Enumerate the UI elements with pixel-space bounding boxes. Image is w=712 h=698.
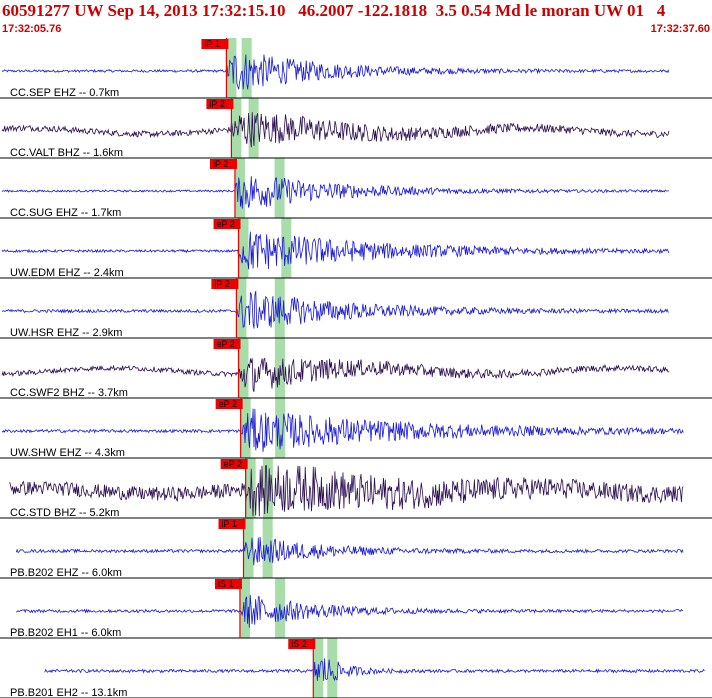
trace-waveform — [1, 54, 670, 90]
pick-label: iP 1 — [204, 39, 219, 49]
station-label: CC.STD BHZ -- 5.2km — [10, 507, 119, 519]
pick-label: eP 2 — [219, 399, 237, 409]
event-title: 60591277 UW Sep 14, 2013 17:32:15.10 46.… — [2, 1, 666, 20]
station-label: CC.SEP EHZ -- 0.7km — [10, 87, 119, 99]
pick-label: iP 2 — [213, 159, 228, 169]
time-window-bands — [226, 38, 338, 698]
seismogram-plot: iP 1 iP 2 iP 2 eP 2 iP 2 eP 2 eP 2 eP 2 iP 1 iS 1… — [0, 38, 712, 698]
pick-label: eP 2 — [217, 219, 235, 229]
pick-label: iP 1 — [222, 519, 237, 529]
trace-waveform — [15, 594, 684, 628]
plot-header: 60591277 UW Sep 14, 2013 17:32:15.10 46.… — [0, 0, 712, 38]
pick-label: iP 2 — [209, 99, 224, 109]
station-label: UW.SHW EHZ -- 4.3km — [10, 447, 125, 459]
pick-label: iP 2 — [214, 279, 229, 289]
end-time-label: 17:32:37.60 — [650, 23, 710, 35]
window-band-s — [281, 218, 292, 278]
trace-waveform — [1, 112, 670, 148]
station-label: PB.B201 EH2 -- 13.1km — [10, 687, 127, 698]
trace-waveform — [1, 176, 669, 209]
trace-waveform — [44, 658, 705, 681]
station-label: PB.B202 EHZ -- 6.0km — [10, 567, 122, 579]
trace-waveform — [1, 408, 684, 452]
station-label: CC.VALT BHZ -- 1.6km — [10, 147, 123, 159]
trace-waveform — [1, 231, 670, 270]
trace-waveform — [1, 290, 669, 329]
station-label: UW.EDM EHZ -- 2.4km — [10, 267, 124, 279]
trace-waveform — [15, 536, 684, 566]
station-label: CC.SUG EHZ -- 1.7km — [10, 207, 121, 219]
station-labels: CC.SEP EHZ -- 0.7km CC.VALT BHZ -- 1.6km C… — [10, 87, 128, 698]
pick-label: iS 2 — [291, 639, 307, 649]
start-time-label: 17:32:05.76 — [2, 23, 62, 35]
pick-label: iS 1 — [218, 579, 234, 589]
pick-label: eP 2 — [224, 459, 242, 469]
window-band-s — [327, 638, 338, 698]
station-label: UW.HSR EHZ -- 2.9km — [10, 327, 122, 339]
station-label: CC.SWF2 BHZ -- 3.7km — [10, 387, 128, 399]
window-band-s — [248, 98, 259, 158]
pick-label: eP 2 — [217, 339, 235, 349]
station-label: PB.B202 EH1 -- 6.0km — [10, 627, 121, 639]
